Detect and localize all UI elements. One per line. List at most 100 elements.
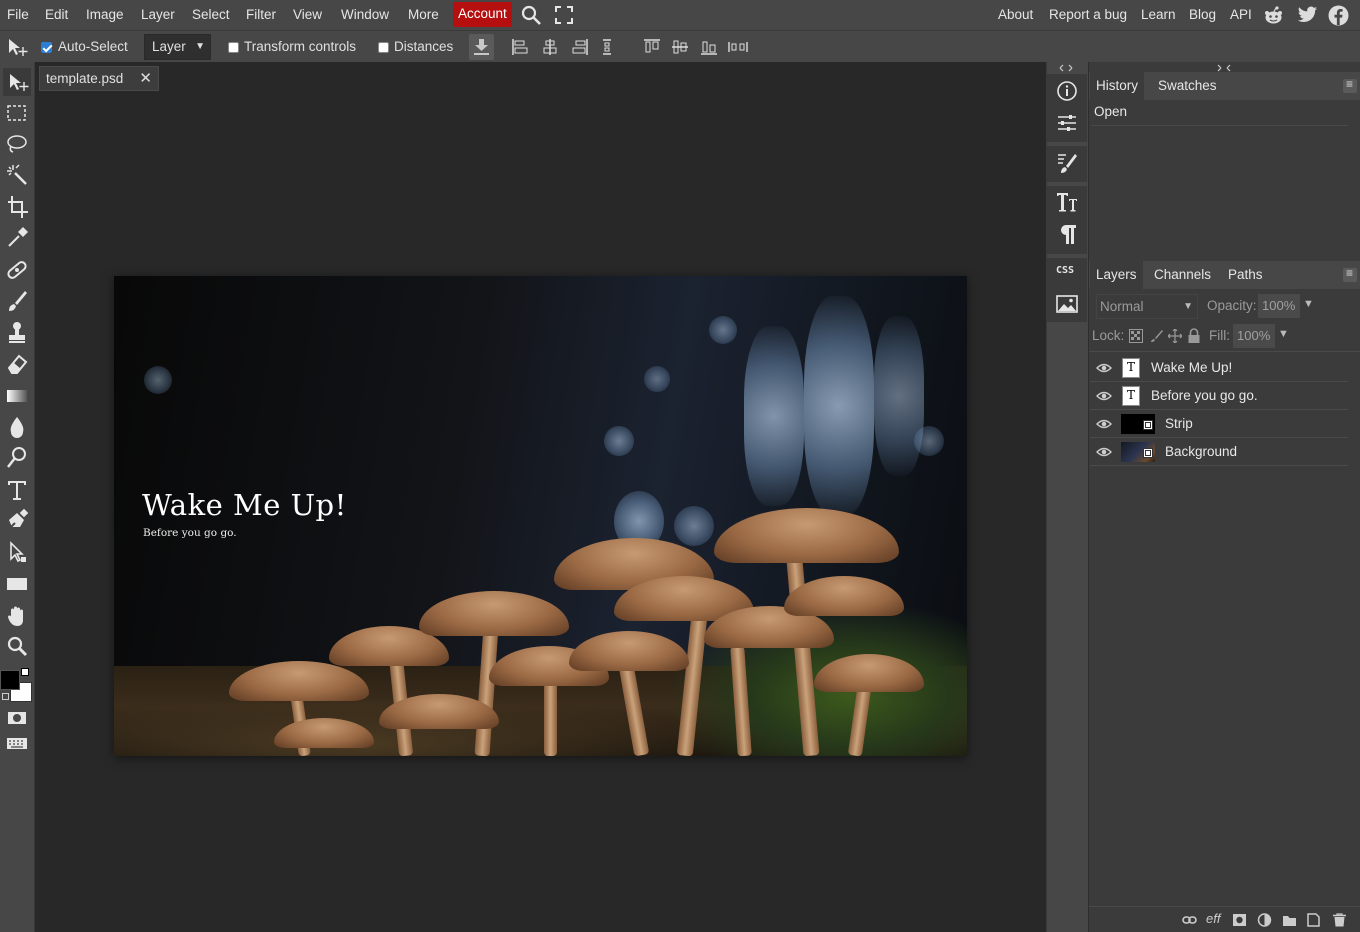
tab-paths[interactable]: Paths <box>1222 261 1269 289</box>
opacity-dropdown-icon[interactable]: ▼ <box>1303 298 1314 310</box>
transform-controls-checkbox[interactable] <box>228 42 239 53</box>
image-icon[interactable] <box>1055 292 1079 316</box>
lock-pixels-icon[interactable] <box>1150 329 1164 343</box>
collapse-icon[interactable] <box>1217 64 1231 72</box>
healing-brush-tool[interactable] <box>3 256 31 284</box>
lock-position-icon[interactable] <box>1168 329 1182 343</box>
document-canvas[interactable]: Wake Me Up! Before you go go. <box>114 276 967 756</box>
new-group-icon[interactable] <box>1282 913 1297 927</box>
menu-layer[interactable]: Layer <box>141 0 175 30</box>
menu-filter[interactable]: Filter <box>246 0 276 30</box>
align-right-icon[interactable] <box>571 38 589 56</box>
brush-settings-icon[interactable] <box>1055 151 1079 175</box>
align-center-horizontal-icon[interactable] <box>541 38 559 56</box>
auto-select-checkbox[interactable] <box>41 42 52 53</box>
menu-image[interactable]: Image <box>86 0 124 30</box>
menu-window[interactable]: Window <box>341 0 389 30</box>
fullscreen-icon[interactable] <box>555 6 573 24</box>
menu-edit[interactable]: Edit <box>45 0 68 30</box>
add-mask-icon[interactable] <box>1232 913 1247 927</box>
layer-row[interactable]: T Wake Me Up! <box>1090 354 1348 382</box>
lock-transparency-icon[interactable] <box>1129 329 1143 343</box>
account-button[interactable]: Account <box>453 2 512 27</box>
menu-file[interactable]: File <box>7 0 29 30</box>
eraser-tool[interactable] <box>3 350 31 378</box>
link-api[interactable]: API <box>1230 0 1252 30</box>
magic-wand-tool[interactable] <box>3 161 31 189</box>
tab-swatches[interactable]: Swatches <box>1152 72 1223 100</box>
facebook-icon[interactable] <box>1328 5 1349 26</box>
keyboard-button[interactable] <box>3 729 31 757</box>
layer-effects-button[interactable]: eff <box>1206 911 1220 926</box>
new-layer-icon[interactable] <box>1306 913 1321 927</box>
crop-tool[interactable] <box>3 193 31 221</box>
distribute-horizontal-icon[interactable] <box>599 38 617 56</box>
lasso-tool[interactable] <box>3 130 31 158</box>
search-icon[interactable] <box>521 5 543 25</box>
panel-menu-icon[interactable] <box>1343 266 1357 282</box>
pen-tool[interactable] <box>3 507 31 535</box>
opacity-input[interactable]: 100% <box>1258 294 1300 318</box>
adjustment-layer-icon[interactable] <box>1257 913 1272 927</box>
collapse-icon[interactable] <box>1059 64 1073 72</box>
default-colors-icon[interactable] <box>2 693 9 700</box>
eyedropper-tool[interactable] <box>3 224 31 252</box>
gradient-tool[interactable] <box>3 382 31 410</box>
brush-tool[interactable] <box>3 287 31 315</box>
auto-select-label[interactable]: Auto-Select <box>58 31 128 63</box>
align-left-icon[interactable] <box>511 38 529 56</box>
visibility-eye-icon[interactable] <box>1096 417 1112 431</box>
layer-row[interactable]: T Before you go go. <box>1090 382 1348 410</box>
foreground-color-swatch[interactable] <box>0 670 20 690</box>
transform-controls-label[interactable]: Transform controls <box>244 31 356 63</box>
visibility-eye-icon[interactable] <box>1096 389 1112 403</box>
layer-row[interactable]: Background <box>1090 438 1348 466</box>
link-layers-icon[interactable] <box>1182 913 1197 927</box>
twitter-icon[interactable] <box>1297 6 1318 24</box>
reddit-icon[interactable] <box>1263 5 1284 26</box>
visibility-eye-icon[interactable] <box>1096 445 1112 459</box>
delete-layer-icon[interactable] <box>1332 913 1347 927</box>
character-icon[interactable] <box>1055 190 1079 214</box>
menu-select[interactable]: Select <box>192 0 230 30</box>
hand-tool[interactable] <box>3 602 31 630</box>
align-bottom-icon[interactable] <box>700 38 718 56</box>
distribute-vertical-icon[interactable] <box>727 38 749 56</box>
swap-colors-icon[interactable] <box>21 668 29 676</box>
link-learn[interactable]: Learn <box>1141 0 1176 30</box>
history-item[interactable]: Open <box>1091 100 1348 126</box>
blur-tool[interactable] <box>3 413 31 441</box>
shape-tool[interactable] <box>3 570 31 598</box>
info-icon[interactable] <box>1055 79 1079 103</box>
auto-select-target-dropdown[interactable]: Layer ▼ <box>144 34 211 60</box>
marquee-tool[interactable] <box>3 99 31 127</box>
dodge-tool[interactable] <box>3 444 31 472</box>
color-swatches[interactable] <box>0 668 32 702</box>
tab-layers[interactable]: Layers <box>1090 261 1143 289</box>
download-button[interactable] <box>469 34 494 60</box>
lock-all-icon[interactable] <box>1187 328 1201 343</box>
paragraph-icon[interactable] <box>1055 222 1079 246</box>
move-tool[interactable] <box>3 68 31 96</box>
document-tab[interactable]: template.psd ✕ <box>39 66 159 91</box>
visibility-eye-icon[interactable] <box>1096 361 1112 375</box>
blend-mode-select[interactable]: Normal ▼ <box>1096 294 1198 319</box>
zoom-tool[interactable] <box>3 633 31 661</box>
align-top-icon[interactable] <box>643 38 661 56</box>
clone-stamp-tool[interactable] <box>3 319 31 347</box>
layer-row[interactable]: Strip <box>1090 410 1348 438</box>
tab-history[interactable]: History <box>1090 72 1145 100</box>
type-tool[interactable] <box>3 476 31 504</box>
fill-input[interactable]: 100% <box>1233 324 1275 348</box>
fill-dropdown-icon[interactable]: ▼ <box>1278 328 1289 340</box>
css-icon[interactable]: CSS <box>1056 265 1074 276</box>
distances-label[interactable]: Distances <box>394 31 453 63</box>
path-select-tool[interactable] <box>3 539 31 567</box>
adjustments-icon[interactable] <box>1055 111 1079 135</box>
tab-channels[interactable]: Channels <box>1148 261 1217 289</box>
close-icon[interactable]: ✕ <box>139 67 152 90</box>
menu-view[interactable]: View <box>293 0 322 30</box>
panel-menu-icon[interactable] <box>1343 77 1357 93</box>
link-report-bug[interactable]: Report a bug <box>1049 0 1127 30</box>
quick-mask-button[interactable] <box>3 704 31 732</box>
